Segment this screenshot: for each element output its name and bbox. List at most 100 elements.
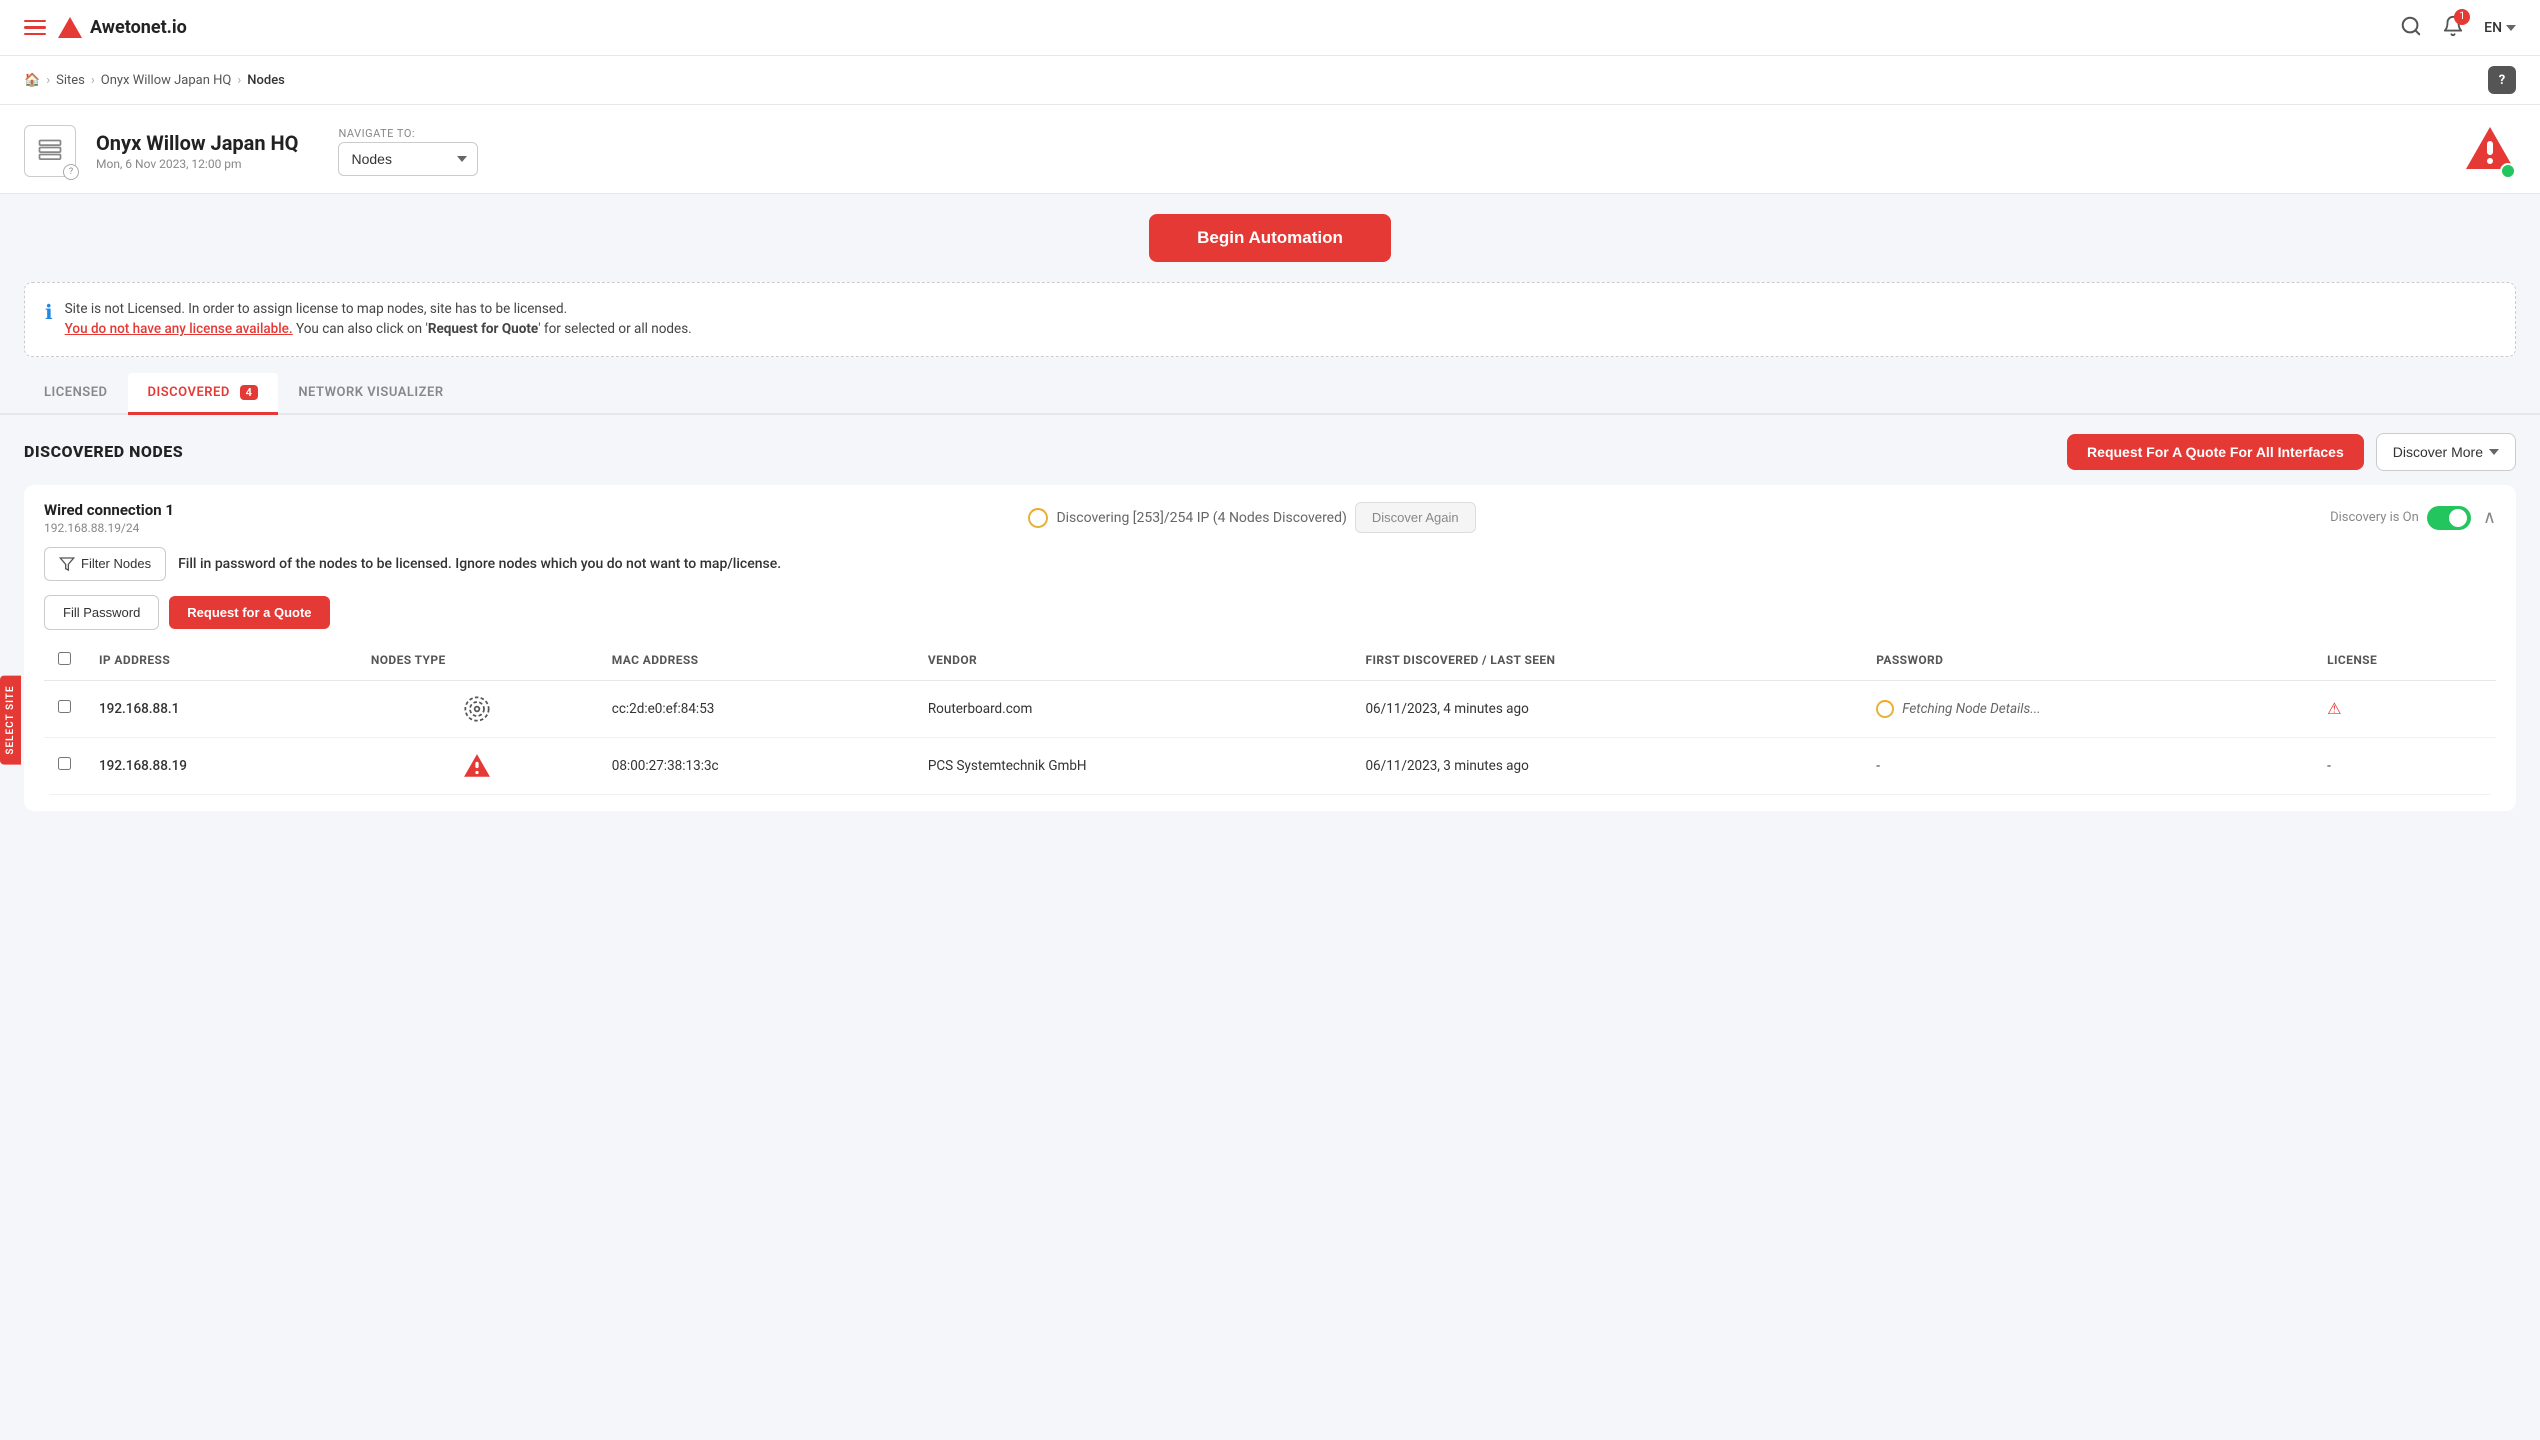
action-row: Fill Password Request for a Quote	[44, 589, 2496, 640]
robot-status-dot	[2500, 163, 2516, 179]
discovery-label: Discovery is On	[2330, 510, 2419, 525]
breadcrumb-site-name[interactable]: Onyx Willow Japan HQ	[101, 73, 232, 88]
filter-nodes-button[interactable]: Filter Nodes	[44, 547, 166, 581]
robot-logo	[2464, 123, 2516, 179]
connection-right: Discovery is On ∧	[2330, 506, 2496, 530]
notification-button[interactable]: 1	[2442, 15, 2464, 41]
discover-more-label: Discover More	[2393, 444, 2483, 460]
router-icon-container	[371, 695, 584, 723]
td-node-type	[357, 680, 598, 737]
breadcrumb-home[interactable]: 🏠	[24, 73, 40, 88]
notification-badge: 1	[2454, 9, 2470, 25]
td-password: -	[1862, 737, 2313, 794]
awetonet-triangle-icon	[463, 752, 491, 780]
td-checkbox	[44, 680, 85, 737]
filter-row: Filter Nodes Fill in password of the nod…	[44, 535, 2496, 589]
td-mac: cc:2d:e0:ef:84:53	[598, 680, 914, 737]
connection-card: Wired connection 1 192.168.88.19/24 Disc…	[24, 485, 2516, 811]
language-selector[interactable]: EN	[2484, 20, 2516, 36]
side-label-container: SELECT SITE	[0, 675, 21, 764]
td-vendor: Routerboard.com	[914, 680, 1352, 737]
filter-icon	[59, 556, 75, 572]
table-header-row: IP ADDRESS NODES TYPE MAC ADDRESS VENDOR…	[44, 640, 2496, 681]
awetonet-icon-container	[371, 752, 584, 780]
nav-right: 1 EN	[2400, 15, 2516, 41]
th-nodes-type: NODES TYPE	[357, 640, 598, 681]
td-password: Fetching Node Details...	[1862, 680, 2313, 737]
breadcrumb-current: Nodes	[247, 73, 285, 88]
connection-header: Wired connection 1 192.168.88.19/24 Disc…	[44, 501, 2496, 535]
automation-bar: Begin Automation	[0, 194, 2540, 282]
select-site-label[interactable]: SELECT SITE	[0, 675, 21, 764]
discover-more-button[interactable]: Discover More	[2376, 433, 2516, 471]
tab-network-visualizer-label: NETWORK VISUALIZER	[298, 385, 443, 400]
td-node-type	[357, 737, 598, 794]
breadcrumb: 🏠 › Sites › Onyx Willow Japan HQ › Nodes	[24, 73, 285, 88]
collapse-button[interactable]: ∧	[2483, 507, 2496, 528]
discovery-toggle-switch[interactable]	[2427, 506, 2471, 530]
discovery-spinner-icon	[1028, 508, 1048, 528]
tab-licensed-label: LICENSED	[44, 385, 108, 400]
warning-icon: ⚠	[2327, 699, 2341, 718]
breadcrumb-sites[interactable]: Sites	[56, 73, 85, 88]
logo-triangle-icon	[58, 17, 82, 38]
navigate-label: NAVIGATE TO:	[338, 127, 478, 140]
help-button[interactable]: ?	[2488, 66, 2516, 94]
th-checkbox	[44, 640, 85, 681]
td-first-seen: 06/11/2023, 4 minutes ago	[1351, 680, 1862, 737]
page-icon-question: ?	[63, 164, 79, 180]
page-icon: ?	[24, 125, 76, 177]
breadcrumb-bar: 🏠 › Sites › Onyx Willow Japan HQ › Nodes…	[0, 56, 2540, 105]
discovery-toggle: Discovery is On	[2330, 506, 2471, 530]
tab-licensed[interactable]: LICENSED	[24, 373, 128, 415]
row-checkbox[interactable]	[58, 757, 71, 770]
discover-again-button[interactable]: Discover Again	[1355, 502, 1476, 533]
td-ip: 192.168.88.1	[85, 680, 357, 737]
connection-name: Wired connection 1	[44, 501, 174, 519]
fetching-status: Fetching Node Details...	[1876, 700, 2299, 718]
info-icon: ℹ	[45, 300, 53, 324]
main-content: DISCOVERED NODES Request For A Quote For…	[0, 415, 2540, 847]
request-quote-all-button[interactable]: Request For A Quote For All Interfaces	[2067, 434, 2364, 470]
info-text-2: You can also click on '	[296, 321, 428, 337]
tab-discovered-label: DISCOVERED	[148, 385, 230, 400]
tab-discovered-badge: 4	[240, 385, 259, 400]
navigate-select-container: NAVIGATE TO: Nodes Interfaces Dashboard	[338, 127, 478, 176]
logo: Awetonet.io	[58, 17, 187, 38]
td-license: ⚠	[2313, 680, 2496, 737]
discovering-status: Discovering [253]/254 IP (4 Nodes Discov…	[1028, 502, 1475, 533]
info-text: Site is not Licensed. In order to assign…	[65, 299, 692, 340]
th-first-discovered: FIRST DISCOVERED / LAST SEEN	[1351, 640, 1862, 681]
tab-discovered[interactable]: DISCOVERED 4	[128, 373, 279, 415]
request-quote-button[interactable]: Request for a Quote	[169, 596, 329, 629]
info-link[interactable]: You do not have any license available.	[65, 321, 293, 337]
th-password: PASSWORD	[1862, 640, 2313, 681]
search-button[interactable]	[2400, 15, 2422, 41]
table-body: 192.168.88.1 cc:2d:e0:ef:84:53 Routerboa…	[44, 680, 2496, 794]
table-row: 192.168.88.1 cc:2d:e0:ef:84:53 Routerboa…	[44, 680, 2496, 737]
th-ip-address: IP ADDRESS	[85, 640, 357, 681]
nav-left: Awetonet.io	[24, 17, 2400, 38]
logo-text: Awetonet.io	[90, 17, 187, 38]
chevron-down-icon	[2489, 449, 2499, 455]
page-title: Onyx Willow Japan HQ	[96, 131, 298, 155]
fill-password-button[interactable]: Fill Password	[44, 595, 159, 630]
th-mac-address: MAC ADDRESS	[598, 640, 914, 681]
info-bold-text: Request for Quote	[428, 321, 538, 337]
connection-ip: 192.168.88.19/24	[44, 521, 174, 535]
header-actions: Request For A Quote For All Interfaces D…	[2067, 433, 2516, 471]
td-vendor: PCS Systemtechnik GmbH	[914, 737, 1352, 794]
select-all-checkbox[interactable]	[58, 652, 71, 665]
hamburger-menu-button[interactable]	[24, 20, 46, 36]
section-header: DISCOVERED NODES Request For A Quote For…	[24, 415, 2516, 485]
tabs-bar: LICENSED DISCOVERED 4 NETWORK VISUALIZER	[0, 373, 2540, 415]
td-checkbox	[44, 737, 85, 794]
filter-nodes-label: Filter Nodes	[81, 556, 151, 571]
begin-automation-button[interactable]: Begin Automation	[1149, 214, 1391, 262]
page-header: ? Onyx Willow Japan HQ Mon, 6 Nov 2023, …	[0, 105, 2540, 194]
tab-network-visualizer[interactable]: NETWORK VISUALIZER	[278, 373, 463, 415]
navigate-dropdown[interactable]: Nodes Interfaces Dashboard	[338, 142, 478, 176]
nodes-table: IP ADDRESS NODES TYPE MAC ADDRESS VENDOR…	[44, 640, 2496, 795]
table-row: 192.168.88.19 08:00:27:38:13:3c PCS Syst…	[44, 737, 2496, 794]
row-checkbox[interactable]	[58, 700, 71, 713]
